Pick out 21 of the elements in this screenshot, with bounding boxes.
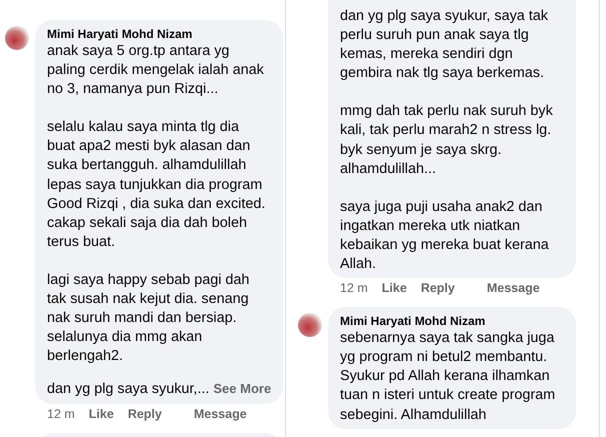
comment-action-link[interactable]: Reply [128,406,162,420]
see-more-link[interactable]: See More [213,381,272,396]
comment-text: dan yg plg saya syukur, saya tak perlu suruh pun anak saya tlg kemas, mereka sendiri dgn gembira nak tlg saya berkemas. [340,7,549,84]
comment-author[interactable]: Mimi Haryati Mohd Nizam [340,313,570,330]
comment-time: 12 m [47,406,75,420]
comment-action-link[interactable]: Message [194,406,247,420]
avatar[interactable] [298,313,322,338]
comment-text: saya juga puji usaha anak2 dan ingatkan mereka utk niatkan kebaikan yg mereka buat kerana Allah. [340,198,550,274]
comment-author[interactable]: Mimi Haryati Mohd Nizam [47,26,277,42]
comment-text: sebenarnya saya tak sangka juga yg program ni betul2 membantu. Syukur pd Allah kerana ilhamkan tuan n isteri untuk create program sebegini. Alhamdulillah [340,329,556,424]
comment-action-link[interactable]: Like [382,281,407,296]
avatar[interactable] [5,26,29,50]
comment-text: selalu kalau saya minta tlg dia buat apa2 mesti byk alasan dan suka bertangguh. alhamdulillah lepas saya tunjukkan dia program Good Rizqi , dia suka dan excited. cakap sekali saja dia dah boleh terus buat. [47,118,266,252]
comment-text: dan yg plg saya syukur,... [47,381,210,398]
comment-action-link[interactable]: Message [486,281,540,296]
comment-text: lagi saya happy sebab pagi dah tak susah nak kejut dia. senang nak suruh mandi dan bersiap. selalunya dia mmg akan berlengah2. [47,270,250,366]
comment-action-link[interactable]: Reply [420,281,455,296]
comment-time: 12 m [340,281,368,296]
comment-action-link[interactable]: Like [88,406,114,420]
comment-text: anak saya 5 org.tp antara yg paling cerdik mengelak ialah anak no 3, namanya pun Rizqi... [47,42,265,100]
comment-text: mmg dah tak perlu nak suruh byk kali, tak perlu marah2 n stress lg. byk senyum je saya skrg. alhamdulillah... [340,102,554,179]
